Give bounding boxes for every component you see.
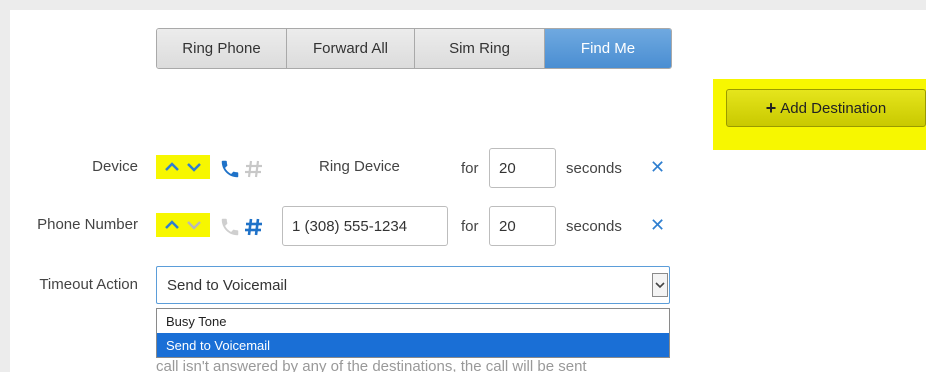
mode-forward-all-button[interactable]: Forward All: [287, 29, 415, 68]
timeout-action-select[interactable]: Send to Voicemail: [156, 266, 670, 304]
phone-icon[interactable]: [219, 216, 241, 238]
hash-icon[interactable]: [244, 216, 264, 238]
chevron-down-icon[interactable]: [185, 218, 203, 232]
device-seconds-input[interactable]: 20: [489, 148, 556, 188]
option-busy-tone[interactable]: Busy Tone: [157, 309, 669, 333]
phone-number-input[interactable]: 1 (308) 555-1234: [282, 206, 448, 246]
chevron-down-icon[interactable]: [185, 160, 203, 174]
device-for-label: for: [461, 160, 479, 177]
find-me-panel: Ring Phone Forward All Sim Ring Find Me …: [10, 10, 926, 372]
hash-icon[interactable]: [244, 158, 264, 180]
add-destination-label: Add Destination: [780, 99, 887, 117]
phone-row-label: Phone Number: [37, 216, 138, 233]
device-seconds-label: seconds: [566, 160, 622, 177]
add-destination-button[interactable]: + Add Destination: [726, 89, 926, 127]
chevron-down-icon[interactable]: [652, 273, 668, 297]
option-send-to-voicemail[interactable]: Send to Voicemail: [157, 333, 669, 357]
phone-reorder-controls: [156, 213, 210, 237]
phone-seconds-label: seconds: [566, 218, 622, 235]
timeout-action-label: Timeout Action: [39, 276, 138, 293]
timeout-options-list: Busy Tone Send to Voicemail: [156, 308, 670, 358]
mode-find-me-button[interactable]: Find Me: [545, 29, 671, 68]
ring-mode-selector: Ring Phone Forward All Sim Ring Find Me: [156, 28, 672, 69]
mode-ring-phone-button[interactable]: Ring Phone: [157, 29, 287, 68]
chevron-up-icon[interactable]: [163, 160, 181, 174]
timeout-help-text: call isn't answered by any of the destin…: [156, 358, 587, 372]
device-remove-icon[interactable]: ✕: [650, 157, 665, 178]
phone-for-label: for: [461, 218, 479, 235]
mode-sim-ring-button[interactable]: Sim Ring: [415, 29, 545, 68]
ring-device-text: Ring Device: [319, 158, 400, 175]
timeout-selected-value: Send to Voicemail: [167, 276, 288, 294]
phone-seconds-input[interactable]: 20: [489, 206, 556, 246]
phone-remove-icon[interactable]: ✕: [650, 215, 665, 236]
plus-icon: +: [765, 97, 777, 118]
device-reorder-controls: [156, 155, 210, 179]
device-row-label: Device: [92, 158, 138, 175]
chevron-up-icon[interactable]: [163, 218, 181, 232]
phone-icon[interactable]: [219, 158, 241, 180]
